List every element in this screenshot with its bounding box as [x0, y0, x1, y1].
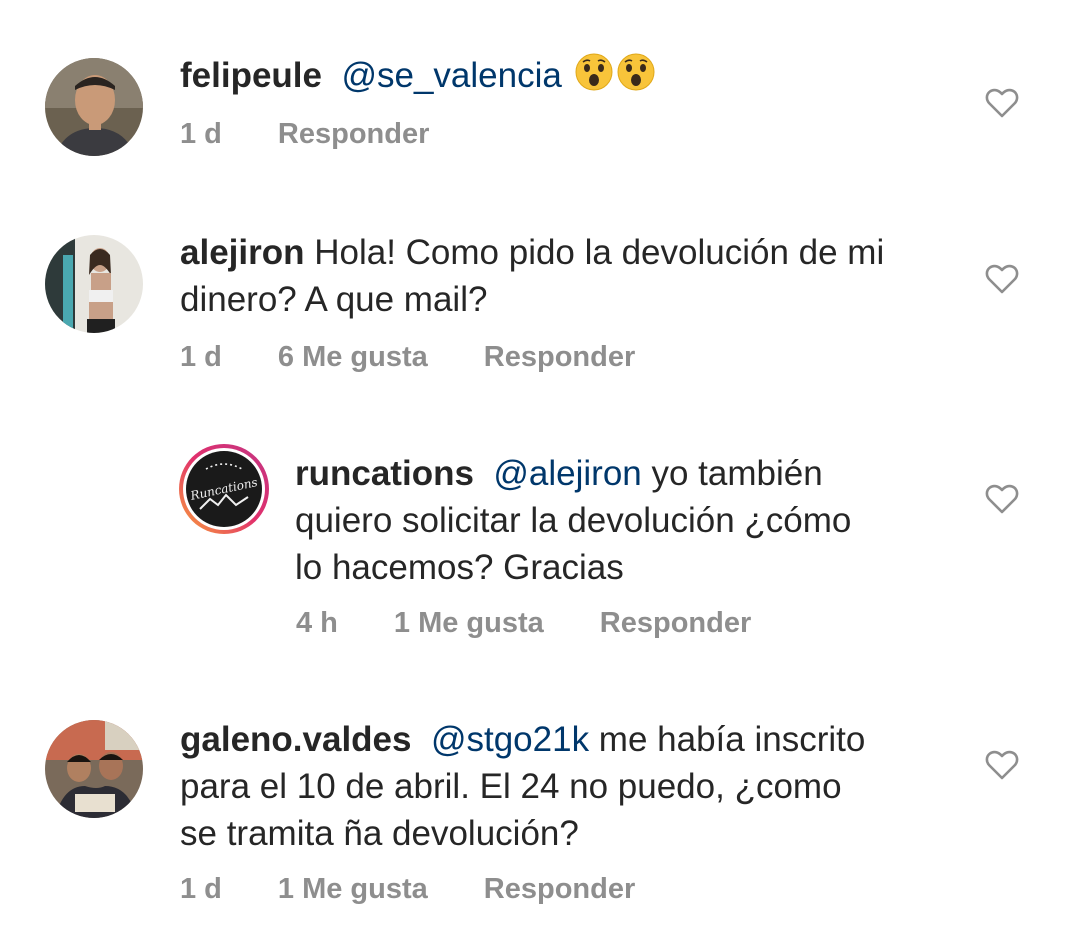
heart-icon[interactable]: [985, 86, 1019, 120]
comment-text-line: quiero solicitar la devolución ¿cómo: [295, 501, 852, 540]
astonished-face-icon: [575, 53, 613, 91]
comment-time: 1 d: [180, 118, 222, 150]
likes-count[interactable]: 6 Me gusta: [278, 341, 428, 374]
comment-time: 4 h: [296, 607, 338, 639]
comment-meta: 1 d 6 Me gusta Responder: [180, 341, 635, 374]
reply-button[interactable]: Responder: [600, 607, 751, 640]
likes-count[interactable]: 1 Me gusta: [278, 873, 428, 906]
comment-text-line: para el 10 de abril. El 24 no puedo, ¿co…: [180, 767, 842, 806]
comment-meta: 1 d 1 Me gusta Responder: [180, 873, 635, 906]
user-photo-icon: [45, 58, 143, 156]
comment-time: 1 d: [180, 873, 222, 905]
heart-icon[interactable]: [985, 482, 1019, 516]
comment-text-line: se tramita ña devolución?: [180, 814, 579, 853]
comment-username[interactable]: felipeule: [180, 56, 322, 95]
heart-icon[interactable]: [985, 262, 1019, 296]
user-photo-icon: [45, 720, 143, 818]
runcations-logo-icon: Runcations: [179, 444, 269, 534]
comment-text-line: dinero? A que mail?: [180, 280, 488, 319]
user-photo-icon: [45, 235, 143, 333]
comment-meta: 4 h 1 Me gusta Responder: [296, 607, 751, 640]
comment-mention[interactable]: @alejiron: [493, 454, 641, 493]
comment-username[interactable]: runcations: [295, 454, 474, 493]
comment-meta: 1 d Responder: [180, 118, 429, 151]
likes-count[interactable]: 1 Me gusta: [394, 607, 544, 640]
reply-button[interactable]: Responder: [278, 118, 429, 151]
avatar[interactable]: [45, 58, 143, 156]
comment-text-line: lo hacemos? Gracias: [295, 548, 624, 587]
comment-text-line: me había inscrito: [589, 720, 866, 759]
avatar[interactable]: Runcations: [178, 443, 270, 535]
avatar[interactable]: [45, 720, 143, 818]
avatar[interactable]: [45, 235, 143, 333]
astonished-face-icon: [617, 53, 655, 91]
comment-username[interactable]: alejiron: [180, 233, 304, 272]
comment-username[interactable]: galeno.valdes: [180, 720, 411, 759]
reply-button[interactable]: Responder: [484, 341, 635, 374]
comment-mention[interactable]: @se_valencia: [341, 56, 561, 95]
comment-text-line: Hola! Como pido la devolución de mi: [304, 233, 885, 272]
heart-icon[interactable]: [985, 748, 1019, 782]
comment-text-line: yo también: [641, 454, 823, 493]
reply-button[interactable]: Responder: [484, 873, 635, 906]
comment-time: 1 d: [180, 341, 222, 373]
comment-mention[interactable]: @stgo21k: [431, 720, 589, 759]
